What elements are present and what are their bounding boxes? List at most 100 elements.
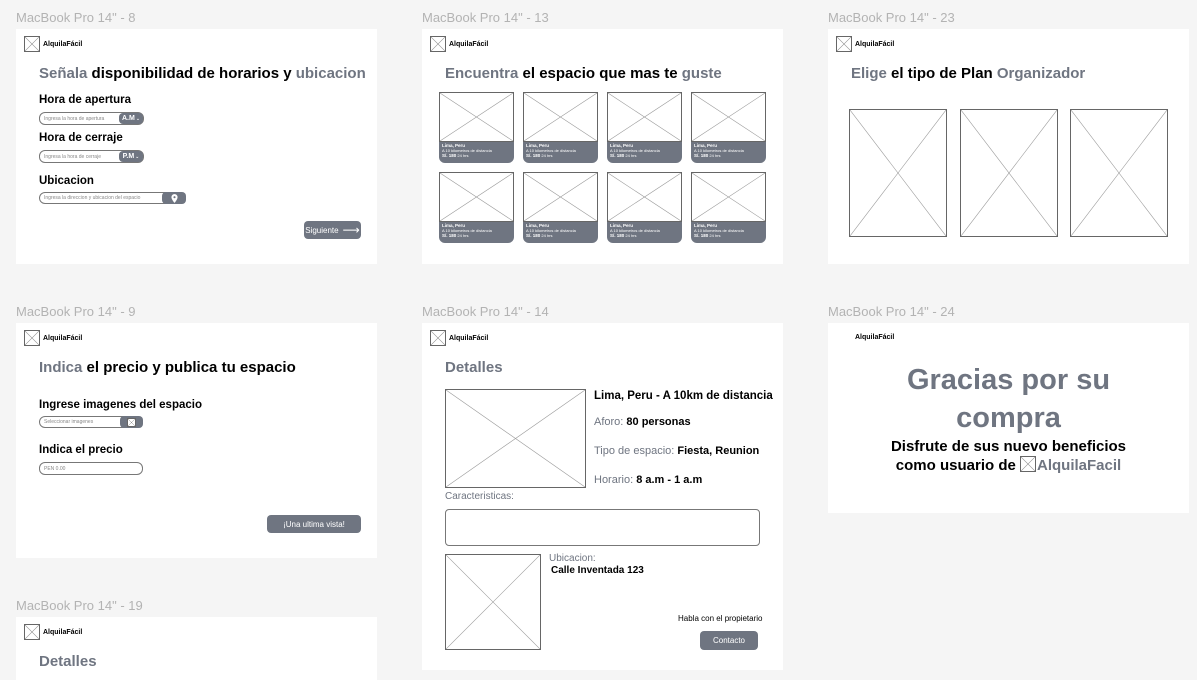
logo-icon xyxy=(1020,456,1036,472)
space-image xyxy=(691,172,766,222)
space-image xyxy=(445,389,586,488)
card-price: S/. 180 xyxy=(610,233,625,238)
brand-name: AlquilaFácil xyxy=(43,334,83,342)
space-card[interactable]: Lima, Peru A 10 kilometros de distancia S/… xyxy=(523,172,598,243)
logo-icon xyxy=(430,36,446,52)
frame-title-14: MacBook Pro 14" - 14 xyxy=(422,304,549,319)
space-card[interactable]: Lima, Peru A 10 kilometros de distancia S/… xyxy=(523,92,598,163)
closing-period-select[interactable]: P.M ⌄ xyxy=(119,151,143,162)
logo-icon xyxy=(24,330,40,346)
logo-icon xyxy=(430,330,446,346)
frame-title-19: MacBook Pro 14" - 19 xyxy=(16,598,143,613)
logo[interactable]: AlquilaFácil xyxy=(24,624,82,640)
page-title: Encuentra el espacio que mas te guste xyxy=(445,65,722,82)
frame-title-13: MacBook Pro 14" - 13 xyxy=(422,10,549,25)
card-info: Lima, Peru A 10 kilometros de distancia S/… xyxy=(439,222,514,243)
plan-option-image[interactable] xyxy=(849,109,947,237)
space-card[interactable]: Lima, Peru A 10 kilometros de distancia S/… xyxy=(691,92,766,163)
next-button[interactable]: Siguiente ⟶ xyxy=(304,221,361,239)
card-price: S/. 180 xyxy=(526,153,541,158)
thanks-heading: Gracias por su compra xyxy=(906,364,1111,434)
address: Calle Inventada 123 xyxy=(551,565,644,576)
logo[interactable]: AlquilaFácil xyxy=(24,36,82,52)
card-info: Lima, Peru A 10 kilometros de distancia S/… xyxy=(607,222,682,243)
page-title: Indica el precio y publica tu espacio xyxy=(39,359,296,376)
opening-period-select[interactable]: A.M ⌄ xyxy=(119,113,143,124)
space-type: Tipo de espacio: Fiesta, Reunion xyxy=(594,445,760,457)
features-box[interactable] xyxy=(445,509,760,546)
space-image xyxy=(439,92,514,142)
card-price: S/. 180 xyxy=(442,233,457,238)
map-image xyxy=(445,554,541,650)
card-hours: 24 hrs xyxy=(457,233,469,238)
space-card[interactable]: Lima, Peru A 10 kilometros de distancia S/… xyxy=(439,172,514,243)
frame-title-23: MacBook Pro 14" - 23 xyxy=(828,10,955,25)
opening-hour-label: Hora de apertura xyxy=(39,94,132,106)
capacity: Aforo: 80 personas xyxy=(594,416,691,428)
card-info: Lima, Peru A 10 kilometros de distancia S/… xyxy=(439,142,514,163)
frame-title-9: MacBook Pro 14" - 9 xyxy=(16,304,136,319)
card-hours: 24 hrs xyxy=(457,153,469,158)
space-card[interactable]: Lima, Peru A 10 kilometros de distancia S/… xyxy=(691,172,766,243)
location-distance: Lima, Peru - A 10km de distancia xyxy=(594,390,773,402)
logo-icon xyxy=(24,624,40,640)
owner-text: Habla con el propietario xyxy=(678,614,763,623)
logo[interactable]: AlquilaFácil xyxy=(430,330,488,346)
brand-name: AlquilaFácil xyxy=(449,40,489,48)
card-price: S/. 180 xyxy=(610,153,625,158)
card-hours: 24 hrs xyxy=(541,233,553,238)
frame-8: AlquilaFácil Señala disponibilidad de ho… xyxy=(16,29,377,264)
frame-19: AlquilaFácil Detalles xyxy=(16,617,377,680)
last-view-button[interactable]: ¡Una ultima vista! xyxy=(267,515,361,533)
arrow-right-icon: ⟶ xyxy=(342,223,360,237)
card-hours: 24 hrs xyxy=(709,233,721,238)
features-label: Caracteristicas: xyxy=(445,491,514,502)
space-image xyxy=(607,172,682,222)
plan-option-image[interactable] xyxy=(960,109,1058,237)
frame-24: AlquilaFácil Gracias por su compra Disfr… xyxy=(828,323,1189,513)
brand-name: AlquilaFácil xyxy=(855,40,895,48)
card-price: S/. 180 xyxy=(694,233,709,238)
frame-9: AlquilaFácil Indica el precio y publica … xyxy=(16,323,377,558)
card-hours: 24 hrs xyxy=(625,153,637,158)
image-placeholder-icon xyxy=(127,417,136,427)
image-upload-icon[interactable] xyxy=(120,416,143,428)
price-input[interactable]: PEN 0.00 xyxy=(39,462,143,475)
brand-name: AlquilaFácil xyxy=(855,334,895,341)
price-label: Indica el precio xyxy=(39,444,123,456)
logo[interactable]: AlquilaFácil xyxy=(855,334,894,341)
card-info: Lima, Peru A 10 kilometros de distancia S/… xyxy=(523,142,598,163)
card-info: Lima, Peru A 10 kilometros de distancia S/… xyxy=(691,142,766,163)
frame-13: AlquilaFácil Encuentra el espacio que ma… xyxy=(422,29,783,264)
space-card[interactable]: Lima, Peru A 10 kilometros de distancia S/… xyxy=(439,92,514,163)
plan-option-image[interactable] xyxy=(1070,109,1168,237)
space-card[interactable]: Lima, Peru A 10 kilometros de distancia S/… xyxy=(607,92,682,163)
logo[interactable]: AlquilaFácil xyxy=(430,36,488,52)
space-image xyxy=(691,92,766,142)
closing-hour-label: Hora de cerraje xyxy=(39,132,123,144)
page-title: Detalles xyxy=(39,653,97,670)
logo[interactable]: AlquilaFácil xyxy=(24,330,82,346)
space-image xyxy=(523,172,598,222)
brand-name: AlquilaFácil xyxy=(43,40,83,48)
location-label: Ubicacion xyxy=(39,175,94,187)
enjoy-line-2: como usuario de AlquilaFacil xyxy=(895,456,1122,474)
page-title: Elige el tipo de Plan Organizador xyxy=(851,65,1086,82)
card-price: S/. 180 xyxy=(442,153,457,158)
card-price: S/. 180 xyxy=(694,153,709,158)
card-info: Lima, Peru A 10 kilometros de distancia S/… xyxy=(523,222,598,243)
logo[interactable]: AlquilaFácil xyxy=(836,36,894,52)
space-card[interactable]: Lima, Peru A 10 kilometros de distancia S/… xyxy=(607,172,682,243)
chevron-down-icon: ⌄ xyxy=(135,115,141,122)
frame-14: AlquilaFácil Detalles Lima, Peru - A 10k… xyxy=(422,323,783,670)
space-image xyxy=(439,172,514,222)
brand-name: AlquilaFácil xyxy=(43,628,83,636)
page-title: Señala disponibilidad de horarios y ubic… xyxy=(39,65,366,82)
brand-name: AlquilaFácil xyxy=(449,334,489,342)
card-hours: 24 hrs xyxy=(709,153,721,158)
images-label: Ingrese imagenes del espacio xyxy=(39,399,202,411)
map-pin-icon[interactable] xyxy=(162,192,186,204)
frame-title-8: MacBook Pro 14" - 8 xyxy=(16,10,136,25)
contact-button[interactable]: Contacto xyxy=(700,631,758,650)
enjoy-line-1: Disfrute de sus nuevo beneficios xyxy=(890,438,1127,455)
